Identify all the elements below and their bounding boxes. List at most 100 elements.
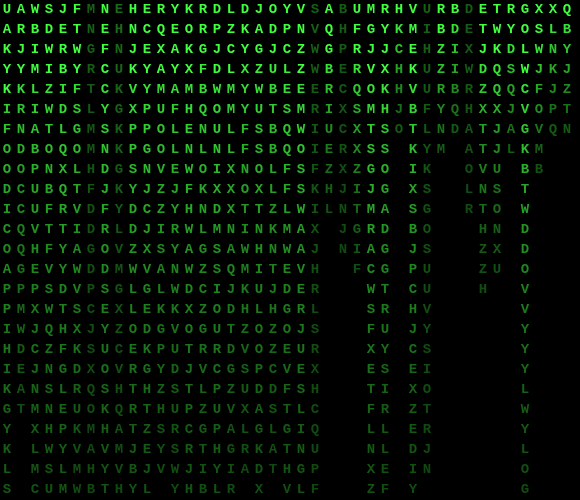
matrix-glyph: L <box>518 440 532 460</box>
matrix-glyph: S <box>98 120 112 140</box>
matrix-glyph: O <box>252 160 266 180</box>
matrix-column: HNJKVXPPSYDDZWLLOERTRTJBYLVZ <box>126 0 140 500</box>
matrix-glyph: I <box>28 100 42 120</box>
matrix-glyph: W <box>280 240 294 260</box>
matrix-glyph: U <box>168 400 182 420</box>
matrix-glyph: M <box>84 420 98 440</box>
matrix-glyph: O <box>280 320 294 340</box>
matrix-glyph: O <box>252 320 266 340</box>
matrix-glyph: A <box>224 420 238 440</box>
matrix-glyph: E <box>476 0 490 20</box>
matrix-glyph: U <box>266 60 280 80</box>
matrix-glyph: R <box>462 200 476 220</box>
matrix-column: FTWYFSGOLTVIAWVSXKDRUKVMW <box>70 0 84 500</box>
matrix-glyph: I <box>0 320 14 340</box>
matrix-glyph: S <box>532 20 546 40</box>
matrix-glyph: W <box>42 300 56 320</box>
matrix-glyph: D <box>378 220 392 240</box>
matrix-glyph: T <box>280 400 294 420</box>
matrix-glyph: R <box>126 360 140 380</box>
matrix-glyph: Q <box>350 80 364 100</box>
matrix-glyph: L <box>378 420 392 440</box>
matrix-column: QBYJZTN <box>560 0 574 140</box>
matrix-glyph: T <box>70 20 84 40</box>
matrix-glyph: J <box>560 60 574 80</box>
matrix-glyph: Z <box>294 40 308 60</box>
matrix-glyph: C <box>140 200 154 220</box>
matrix-glyph: J <box>56 0 70 20</box>
matrix-glyph: N <box>294 440 308 460</box>
matrix-glyph: Y <box>0 420 14 440</box>
matrix-glyph: X <box>28 300 42 320</box>
matrix-glyph: M <box>224 100 238 120</box>
matrix-glyph: G <box>196 40 210 60</box>
matrix-glyph: P <box>140 100 154 120</box>
matrix-glyph: J <box>364 40 378 60</box>
matrix-column: LZCLMMLLXXXNAQJDTDGZVAGIR <box>224 0 238 500</box>
matrix-glyph: M <box>364 0 378 20</box>
matrix-glyph: J <box>98 180 112 200</box>
matrix-glyph: N <box>98 140 112 160</box>
matrix-glyph: H <box>238 300 252 320</box>
matrix-glyph: L <box>294 480 308 500</box>
matrix-glyph: W <box>294 120 308 140</box>
matrix-glyph: B <box>532 160 546 180</box>
matrix-glyph: E <box>406 40 420 60</box>
matrix-glyph: H <box>140 380 154 400</box>
matrix-glyph: G <box>252 420 266 440</box>
matrix-glyph: B <box>126 460 140 480</box>
matrix-glyph: F <box>98 200 112 220</box>
matrix-glyph: R <box>434 80 448 100</box>
matrix-glyph: O <box>392 120 406 140</box>
matrix-glyph: O <box>518 460 532 480</box>
matrix-glyph: D <box>518 240 532 260</box>
matrix-glyph: F <box>238 140 252 160</box>
matrix-column: UFRRQSXXZITGIF <box>350 0 364 280</box>
matrix-glyph: W <box>70 480 84 500</box>
matrix-glyph: Y <box>112 200 126 220</box>
matrix-glyph: N <box>546 40 560 60</box>
matrix-glyph: U <box>420 80 434 100</box>
matrix-glyph: C <box>210 360 224 380</box>
matrix-glyph: Z <box>476 260 490 280</box>
matrix-glyph: L <box>378 440 392 460</box>
matrix-glyph: S <box>350 100 364 120</box>
matrix-glyph: U <box>378 320 392 340</box>
matrix-glyph: D <box>266 20 280 40</box>
matrix-glyph: H <box>154 400 168 420</box>
matrix-glyph: Y <box>168 480 182 500</box>
matrix-glyph: I <box>252 260 266 280</box>
matrix-glyph: D <box>56 100 70 120</box>
matrix-glyph: W <box>70 40 84 60</box>
matrix-glyph: U <box>98 340 112 360</box>
matrix-glyph: G <box>112 280 126 300</box>
matrix-glyph: P <box>126 120 140 140</box>
matrix-glyph: O <box>42 140 56 160</box>
matrix-glyph: M <box>210 220 224 240</box>
matrix-glyph: Y <box>140 60 154 80</box>
matrix-glyph: Y <box>238 80 252 100</box>
matrix-glyph: R <box>210 340 224 360</box>
matrix-glyph: A <box>0 260 14 280</box>
matrix-glyph: K <box>0 440 14 460</box>
matrix-glyph: N <box>42 360 56 380</box>
matrix-glyph: T <box>126 380 140 400</box>
matrix-glyph: X <box>490 100 504 120</box>
matrix-glyph: V <box>28 220 42 240</box>
matrix-glyph: X <box>252 180 266 200</box>
matrix-glyph: Y <box>126 180 140 200</box>
matrix-glyph: D <box>266 380 280 400</box>
matrix-glyph: E <box>294 80 308 100</box>
matrix-glyph: L <box>196 220 210 240</box>
matrix-glyph: T <box>84 80 98 100</box>
matrix-glyph: G <box>14 260 28 280</box>
matrix-glyph: L <box>224 0 238 20</box>
matrix-glyph: N <box>476 180 490 200</box>
matrix-glyph: D <box>448 20 462 40</box>
matrix-glyph: X <box>406 180 420 200</box>
matrix-glyph: L <box>70 160 84 180</box>
matrix-glyph: B <box>406 220 420 240</box>
matrix-glyph: Y <box>168 0 182 20</box>
matrix-glyph: J <box>532 60 546 80</box>
matrix-glyph: N <box>28 380 42 400</box>
